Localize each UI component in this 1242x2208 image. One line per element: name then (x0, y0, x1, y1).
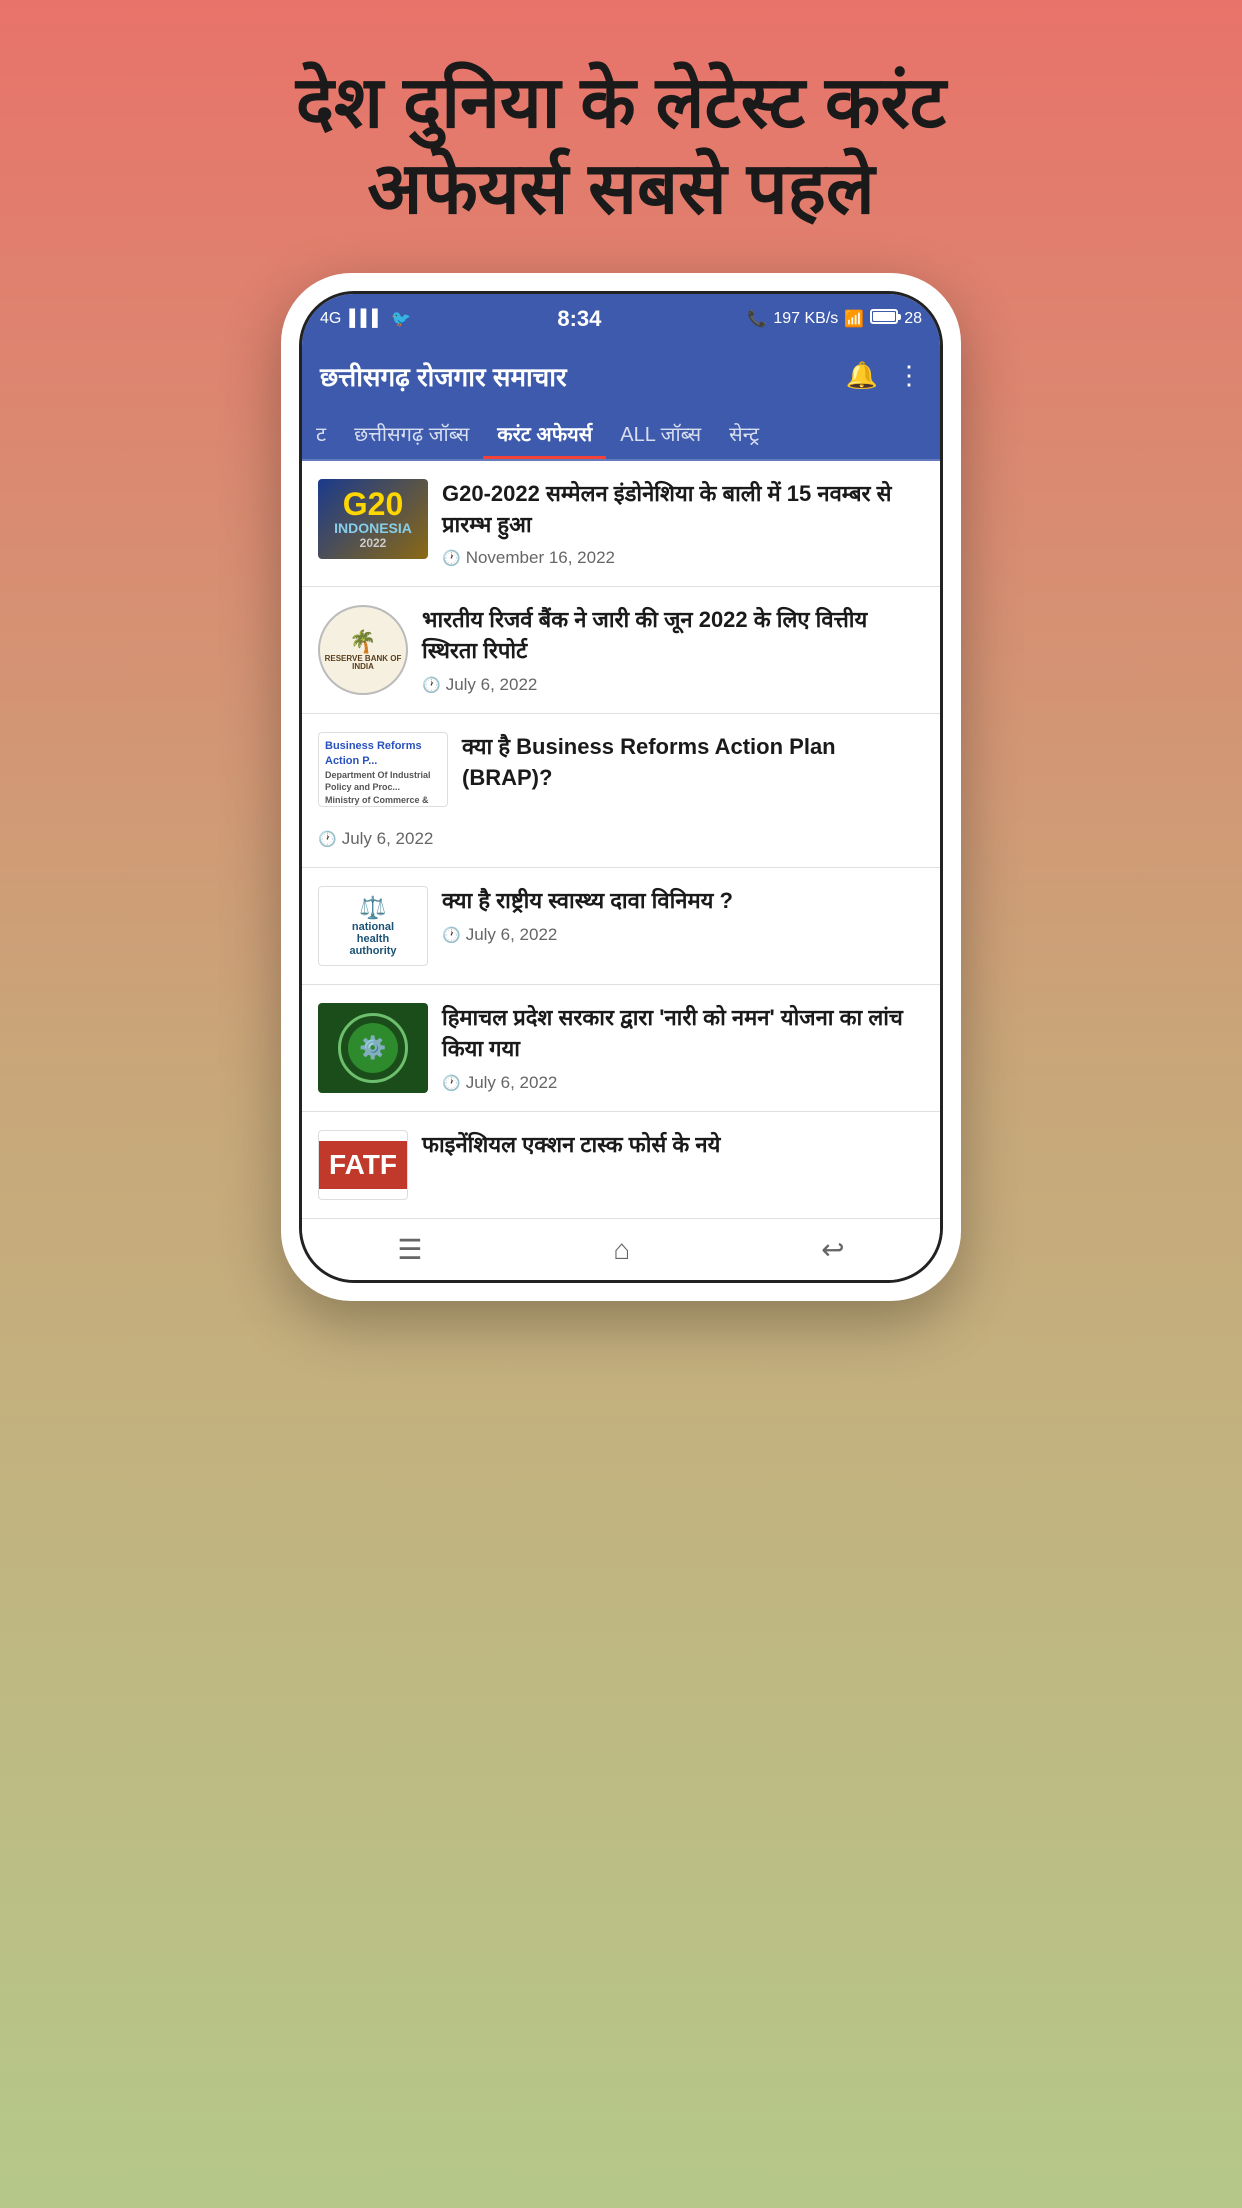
back-icon: ↩ (821, 1233, 844, 1266)
headline: देश दुनिया के लेटेस्ट करंट अफेयर्स सबसे … (236, 60, 1006, 233)
data-speed: 197 KB/s (773, 310, 838, 328)
header-actions: 🔔 ⋮ (846, 360, 922, 391)
menu-icon: ☰ (397, 1233, 422, 1266)
news-date-hp: 🕐 July 6, 2022 (442, 1073, 924, 1093)
brap-row: Business Reforms Action P... Department … (318, 732, 924, 807)
news-thumb-hp: ⚙️ (318, 1003, 428, 1093)
news-content-hp: हिमाचल प्रदेश सरकार द्वारा 'नारी को नमन'… (442, 1003, 924, 1093)
clock-icon-hp: 🕐 (442, 1074, 461, 1092)
news-thumb-fatf: FATF (318, 1130, 408, 1200)
brap-thumb-dept: Department Of Industrial Policy and Proc… (325, 770, 441, 793)
news-content-g20: G20-2022 सम्मेलन इंडोनेशिया के बाली में … (442, 479, 924, 569)
network-indicator: 4G (320, 310, 341, 328)
news-date-g20: 🕐 November 16, 2022 (442, 548, 924, 568)
call-icon: 📞 (747, 309, 767, 329)
news-thumb-brap: Business Reforms Action P... Department … (318, 732, 448, 807)
hp-inner-logo: ⚙️ (348, 1023, 398, 1073)
bottom-nav-back[interactable]: ↩ (821, 1233, 844, 1266)
news-item-g20[interactable]: G20 INDONESIA 2022 G20-2022 सम्मेलन इंडो… (302, 461, 940, 588)
brap-thumb-ministry: Ministry of Commerce & Industry, Governm… (325, 795, 441, 807)
news-date-brap: 🕐 July 6, 2022 (318, 829, 433, 849)
headline-line2: अफेयर्स सबसे पहले (296, 146, 946, 232)
news-date-nha: 🕐 July 6, 2022 (442, 925, 924, 945)
tab-cg-jobs[interactable]: छत्तीसगढ़ जॉब्स (340, 408, 483, 459)
news-content-fatf: फाइनेंशियल एक्शन टास्क फोर्स के नये (422, 1130, 924, 1169)
news-item-hp[interactable]: ⚙️ हिमाचल प्रदेश सरकार द्वारा 'नारी को न… (302, 985, 940, 1112)
news-content-nha: क्या है राष्ट्रीय स्वास्थ्य दावा विनिमय … (442, 886, 924, 945)
fatf-logo: FATF (318, 1141, 408, 1189)
g20-logo: G20 (343, 488, 403, 520)
news-item-brap[interactable]: Business Reforms Action P... Department … (302, 714, 940, 868)
news-title-g20: G20-2022 सम्मेलन इंडोनेशिया के बाली में … (442, 479, 924, 541)
clock-icon-nha: 🕐 (442, 926, 461, 944)
bottom-navigation: ☰ ⌂ ↩ (302, 1218, 940, 1280)
more-options-icon[interactable]: ⋮ (896, 360, 922, 391)
rbi-emblem: 🌴 (349, 629, 376, 655)
tab-central[interactable]: सेन्ट्र (715, 408, 773, 459)
battery-indicator (870, 309, 898, 329)
news-content-rbi: भारतीय रिजर्व बैंक ने जारी की जून 2022 क… (422, 605, 924, 695)
clock-icon: 🕐 (442, 549, 461, 567)
news-title-nha: क्या है राष्ट्रीय स्वास्थ्य दावा विनिमय … (442, 886, 924, 917)
g20-year: 2022 (360, 536, 387, 550)
clock-icon-rbi: 🕐 (422, 676, 441, 694)
news-title-rbi: भारतीय रिजर्व बैंक ने जारी की जून 2022 क… (422, 605, 924, 667)
news-thumb-nha: ⚖️ nationalhealthauthority (318, 886, 428, 966)
tab-all-jobs[interactable]: ALL जॉब्स (606, 408, 715, 459)
app-header: छत्तीसगढ़ रोजगार समाचार 🔔 ⋮ (302, 344, 940, 408)
battery-percent: 28 (904, 310, 922, 328)
phone-mockup: 4G ▌▌▌ 🐦 8:34 📞 197 KB/s 📶 28 छत्तीसग (281, 273, 961, 1302)
news-title-brap: क्या है Business Reforms Action Plan (BR… (462, 732, 924, 794)
nha-name: nationalhealthauthority (349, 921, 396, 957)
g20-location: INDONESIA (334, 520, 412, 536)
navigation-tabs: ट छत्तीसगढ़ जॉब्स करंट अफेयर्स ALL जॉब्स… (302, 408, 940, 461)
brap-thumb-title: Business Reforms Action P... (325, 739, 441, 768)
news-item-nha[interactable]: ⚖️ nationalhealthauthority क्या है राष्ट… (302, 868, 940, 985)
rbi-label: RESERVE BANK OF INDIA (320, 655, 406, 673)
news-list: G20 INDONESIA 2022 G20-2022 सम्मेलन इंडो… (302, 461, 940, 1219)
status-time: 8:34 (557, 306, 601, 332)
news-date-rbi: 🕐 July 6, 2022 (422, 675, 924, 695)
app-title: छत्तीसगढ़ रोजगार समाचार (320, 358, 567, 394)
news-title-hp: हिमाचल प्रदेश सरकार द्वारा 'नारी को नमन'… (442, 1003, 924, 1065)
news-thumb-g20: G20 INDONESIA 2022 (318, 479, 428, 559)
status-bar: 4G ▌▌▌ 🐦 8:34 📞 197 KB/s 📶 28 (302, 294, 940, 344)
bottom-nav-home[interactable]: ⌂ (613, 1234, 630, 1266)
signal-bars: ▌▌▌ (349, 310, 383, 328)
nha-emblem-icon: ⚖️ (359, 895, 386, 921)
clock-icon-brap: 🕐 (318, 830, 337, 848)
tab-short[interactable]: ट (302, 408, 340, 459)
notification-bell-icon[interactable]: 🔔 (846, 360, 878, 391)
news-thumb-rbi: 🌴 RESERVE BANK OF INDIA (318, 605, 408, 695)
twitter-icon: 🐦 (391, 309, 411, 329)
headline-line1: देश दुनिया के लेटेस्ट करंट (296, 60, 946, 146)
news-item-fatf[interactable]: FATF फाइनेंशियल एक्शन टास्क फोर्स के नये (302, 1112, 940, 1218)
brap-content: क्या है Business Reforms Action Plan (BR… (462, 732, 924, 802)
wifi-icon: 📶 (844, 309, 864, 329)
news-title-fatf: फाइनेंशियल एक्शन टास्क फोर्स के नये (422, 1130, 924, 1161)
tab-current-affairs[interactable]: करंट अफेयर्स (483, 408, 606, 459)
bottom-nav-menu[interactable]: ☰ (397, 1233, 422, 1266)
news-item-rbi[interactable]: 🌴 RESERVE BANK OF INDIA भारतीय रिजर्व बै… (302, 587, 940, 714)
home-icon: ⌂ (613, 1234, 630, 1266)
status-left: 4G ▌▌▌ 🐦 (320, 309, 411, 329)
status-right: 📞 197 KB/s 📶 28 (747, 309, 922, 329)
